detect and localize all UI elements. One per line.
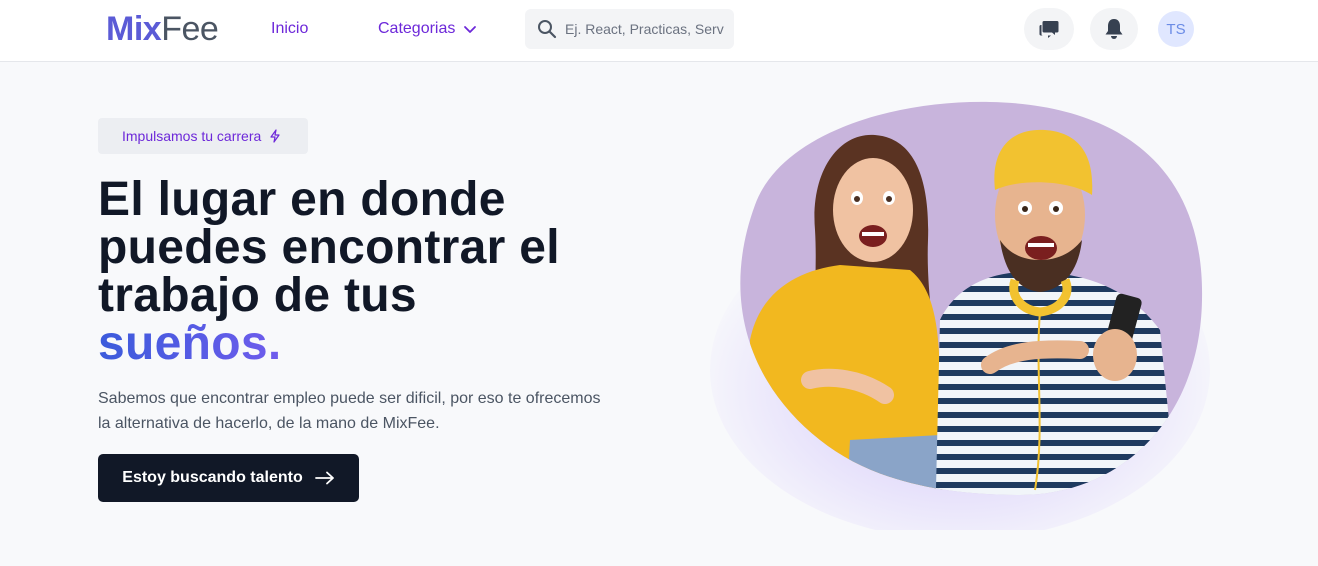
search-box[interactable] [525, 9, 734, 49]
logo-mix: Mix [106, 10, 162, 48]
search-input[interactable] [565, 21, 725, 37]
lightning-icon [270, 129, 280, 143]
nav-categorias-label: Categorias [378, 20, 456, 37]
arrow-right-icon [314, 471, 334, 485]
bell-icon [1105, 19, 1123, 39]
top-navbar: MixFee Inicio Categorias TS [0, 0, 1318, 62]
messages-button[interactable] [1024, 8, 1074, 50]
hero-description: Sabemos que encontrar empleo puede ser d… [98, 386, 618, 436]
hero-description-line-2: la alternativa de hacerlo, de la mano de… [98, 415, 440, 432]
nav-inicio-link[interactable]: Inicio [271, 19, 308, 39]
find-talent-label: Estoy buscando talento [122, 469, 303, 486]
headline-line-2: puedes encontrar el [98, 221, 560, 274]
logo[interactable]: MixFee [106, 9, 219, 49]
find-talent-button[interactable]: Estoy buscando talento [98, 454, 359, 502]
headline-highlight: sueños. [98, 320, 658, 368]
headline-line-1: El lugar en donde [98, 173, 506, 226]
hero-badge-label: Impulsamos tu carrera [122, 128, 262, 144]
search-icon [538, 20, 557, 39]
hero-description-line-1: Sabemos que encontrar empleo puede ser d… [98, 390, 601, 407]
notifications-button[interactable] [1090, 8, 1138, 50]
hero-badge: Impulsamos tu carrera [98, 118, 308, 154]
headline-line-3: trabajo de tus [98, 269, 417, 322]
logo-fee: Fee [161, 10, 219, 48]
chat-bubbles-icon [1039, 21, 1059, 38]
user-avatar[interactable]: TS [1158, 11, 1194, 47]
nav-categorias-dropdown[interactable]: Categorias [378, 19, 477, 39]
hero-headline: El lugar en donde puedes encontrar el tr… [98, 176, 658, 368]
hero-illustration [710, 101, 1210, 530]
chevron-down-icon [464, 26, 477, 33]
